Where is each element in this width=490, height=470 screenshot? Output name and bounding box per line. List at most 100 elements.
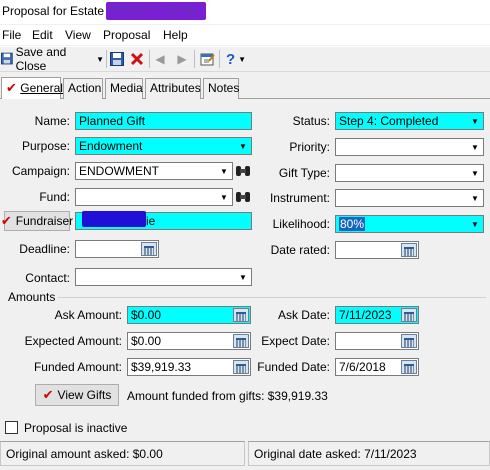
menu-help[interactable]: Help: [163, 28, 188, 42]
status-original-date: Original date asked: 7/11/2023: [248, 441, 490, 466]
tab-media[interactable]: Media: [105, 78, 143, 99]
likelihood-value: 80%: [339, 217, 366, 231]
fundraiser-button-label: Fundraiser: [15, 214, 74, 228]
toolbar-separator: [219, 50, 220, 68]
view-gifts-button[interactable]: ✔ View Gifts: [35, 384, 119, 406]
priority-select[interactable]: [335, 138, 484, 156]
menu-view[interactable]: View: [65, 28, 91, 42]
funded-from-gifts-text: Amount funded from gifts: $39,919.33: [127, 389, 328, 403]
tab-media-label: Media: [110, 81, 143, 95]
forward-icon: ▶: [177, 52, 187, 66]
inactive-checkbox-label: Proposal is inactive: [24, 421, 128, 435]
check-icon: ✔: [0, 213, 12, 228]
toolbar-separator: [149, 50, 150, 68]
funded-date-label: Funded Date:: [257, 360, 330, 374]
funded-amount-label: Funded Amount:: [33, 360, 122, 374]
help-button[interactable]: ? ▼: [223, 49, 249, 69]
save-icon: [109, 51, 124, 66]
status-value: Step 4: Completed: [339, 114, 439, 128]
chevron-down-icon: ▼: [96, 54, 104, 64]
menu-edit[interactable]: Edit: [32, 28, 53, 42]
chevron-down-icon[interactable]: ▼: [216, 189, 232, 205]
calendar-icon[interactable]: [401, 243, 417, 257]
fundraiser-value-suffix: ie: [146, 214, 156, 228]
calculator-icon[interactable]: [233, 334, 249, 348]
status-original-amount: Original amount asked: $0.00: [0, 441, 245, 466]
back-button[interactable]: ◀: [152, 49, 168, 69]
help-icon: ?: [225, 50, 236, 68]
chevron-down-icon[interactable]: ▼: [235, 269, 251, 285]
delete-button[interactable]: [128, 49, 146, 69]
name-field[interactable]: Planned Gift: [75, 112, 252, 130]
expected-amount-label: Expected Amount:: [24, 334, 122, 348]
window-title: Proposal for Estate of: [2, 4, 118, 18]
fund-select[interactable]: [75, 188, 233, 206]
gift-type-label: Gift Type:: [278, 166, 330, 180]
tab-general-label: General: [20, 81, 63, 95]
title-redacted-text: Edward P. Carrop: [110, 4, 197, 16]
forward-button[interactable]: ▶: [174, 49, 190, 69]
tab-attributes-label: Attributes: [150, 81, 201, 95]
toolbar-separator: [106, 50, 107, 68]
chevron-down-icon[interactable]: ▼: [216, 163, 232, 179]
check-icon: ✔: [6, 80, 17, 95]
view-gifts-label: View Gifts: [57, 388, 112, 402]
ask-amount-label: Ask Amount:: [54, 308, 122, 322]
likelihood-label: Likelihood:: [272, 217, 330, 231]
purpose-select[interactable]: Endowment: [75, 137, 252, 155]
menu-proposal[interactable]: Proposal: [103, 28, 150, 42]
campaign-select[interactable]: ENDOWMENT: [75, 162, 233, 180]
delete-icon: [130, 52, 144, 66]
toolbar-separator: [194, 50, 195, 68]
gift-type-select[interactable]: [335, 164, 484, 182]
fundraiser-button[interactable]: ✔ Fundraiser: [0, 211, 74, 231]
date-rated-label: Date rated:: [270, 243, 330, 257]
check-icon: ✔: [42, 387, 54, 402]
ask-date-label: Ask Date:: [277, 308, 330, 322]
deadline-label: Deadline:: [19, 242, 70, 256]
campaign-label: Campaign:: [11, 164, 70, 178]
chevron-down-icon[interactable]: ▼: [467, 113, 483, 129]
fund-label: Fund:: [39, 190, 70, 204]
chevron-down-icon[interactable]: ▼: [467, 165, 483, 181]
save-button[interactable]: [108, 49, 126, 69]
chevron-down-icon[interactable]: ▼: [467, 190, 483, 206]
calculator-icon[interactable]: [233, 308, 249, 322]
inactive-checkbox[interactable]: [5, 421, 18, 434]
calculator-icon[interactable]: [233, 360, 249, 374]
back-icon: ◀: [155, 52, 165, 66]
tab-action[interactable]: Action: [63, 78, 103, 99]
calendar-icon[interactable]: [141, 242, 157, 256]
tab-attributes[interactable]: Attributes: [145, 78, 201, 99]
calendar-icon[interactable]: [401, 308, 417, 322]
properties-button[interactable]: [198, 49, 216, 69]
amounts-group-label: Amounts: [8, 290, 56, 304]
contact-label: Contact:: [25, 271, 70, 285]
menu-file[interactable]: File: [2, 28, 21, 42]
chevron-down-icon[interactable]: ▼: [235, 138, 251, 154]
save-and-close-button[interactable]: Save and Close ▼: [1, 45, 104, 73]
save-close-icon: [1, 52, 13, 65]
instrument-label: Instrument:: [269, 191, 330, 205]
tab-notes[interactable]: Notes: [203, 78, 239, 99]
status-label: Status:: [292, 114, 330, 128]
name-label: Name:: [34, 114, 70, 128]
fundraiser-redaction: [82, 211, 146, 227]
campaign-value: ENDOWMENT: [79, 164, 159, 178]
contact-select[interactable]: [75, 268, 252, 286]
calendar-icon[interactable]: [401, 334, 417, 348]
amounts-divider: [58, 297, 486, 298]
campaign-search-button[interactable]: [235, 163, 251, 179]
tab-general[interactable]: ✔ General: [1, 77, 63, 99]
chevron-down-icon[interactable]: ▼: [467, 216, 483, 232]
instrument-select[interactable]: [335, 189, 484, 207]
calendar-icon[interactable]: [401, 360, 417, 374]
purpose-label: Purpose:: [21, 139, 70, 153]
fund-search-button[interactable]: [235, 189, 251, 205]
chevron-down-icon[interactable]: ▼: [467, 139, 483, 155]
properties-icon: [200, 53, 215, 65]
likelihood-select[interactable]: 80%: [335, 215, 484, 233]
priority-label: Priority:: [289, 140, 330, 154]
status-select[interactable]: Step 4: Completed: [335, 112, 484, 130]
purpose-value: Endowment: [79, 139, 143, 153]
